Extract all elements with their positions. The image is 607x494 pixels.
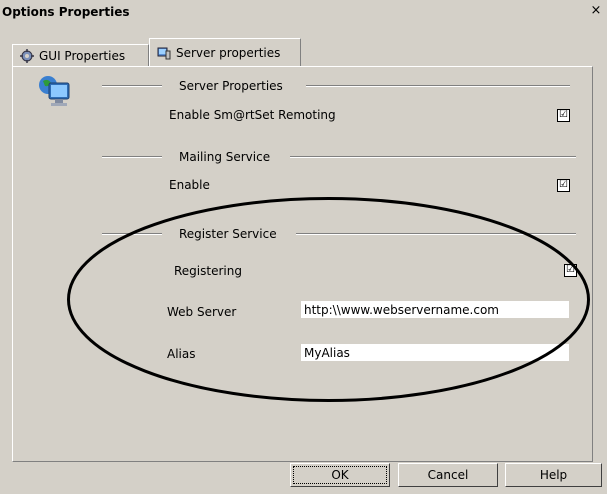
cancel-button[interactable]: Cancel [398, 463, 498, 487]
section-divider [102, 156, 162, 158]
tab-gui-properties[interactable]: GUI Properties [12, 44, 149, 66]
close-icon[interactable]: × [589, 4, 603, 18]
options-dialog: Options Properties × GUI Properties Serv… [0, 0, 607, 494]
server-icon [157, 47, 171, 59]
gear-icon [20, 48, 34, 63]
tab-server-properties[interactable]: Server properties [149, 38, 301, 66]
mailing-enable-checkbox[interactable]: ☑ [557, 179, 570, 192]
ok-button[interactable]: OK [290, 463, 390, 487]
highlight-ellipse [67, 197, 590, 402]
server-properties-section-title: Server Properties [179, 79, 283, 93]
section-divider [102, 85, 162, 87]
section-divider [306, 85, 570, 87]
help-button[interactable]: Help [505, 463, 602, 487]
section-divider [290, 156, 576, 158]
mailing-enable-label: Enable [169, 178, 210, 192]
mailing-section-title: Mailing Service [179, 150, 271, 164]
window-title: Options Properties [2, 5, 130, 19]
remoting-label: Enable Sm@rtSet Remoting [169, 108, 336, 122]
computer-globe-icon [39, 76, 70, 106]
tab-label: GUI Properties [39, 48, 126, 63]
remoting-checkbox[interactable]: ☑ [557, 109, 570, 122]
tab-label: Server properties [176, 45, 281, 60]
title-bar[interactable]: Options Properties × [0, 0, 607, 24]
